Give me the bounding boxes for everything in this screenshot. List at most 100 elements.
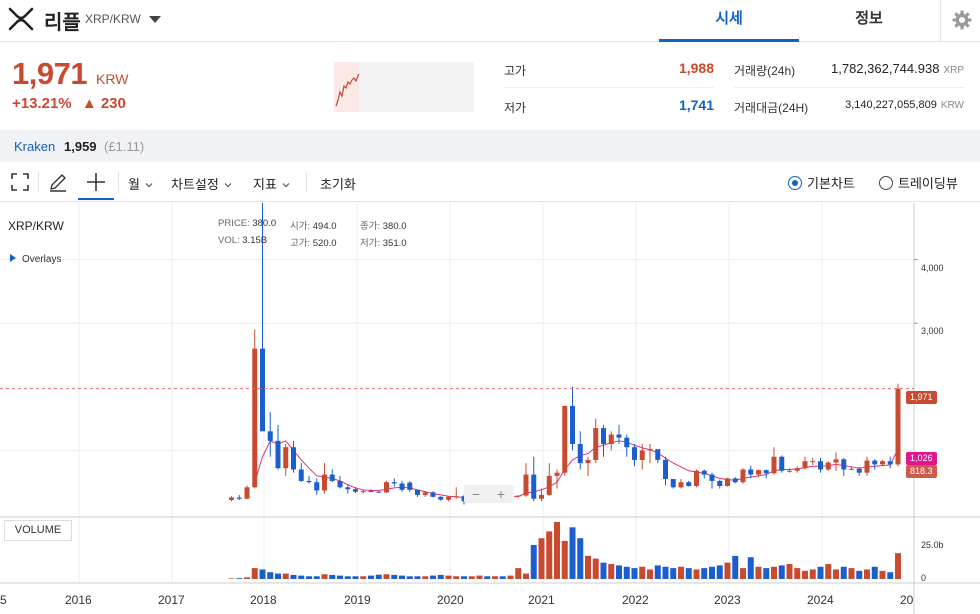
period-dropdown[interactable]: 월 bbox=[128, 174, 153, 193]
settings-button[interactable] bbox=[940, 0, 980, 42]
chart-area[interactable]: XRP/KRW Overlays PRICE: 380.0 VOL: 3.15B… bbox=[0, 203, 980, 614]
toolbar-divider bbox=[306, 172, 307, 192]
chart-toolbar: 월 차트설정 지표 초기화 기본차트 트레이딩뷰 bbox=[0, 162, 980, 202]
basic-chart-label: 기본차트 bbox=[807, 176, 855, 191]
volume-bar bbox=[647, 569, 653, 579]
zoom-out-button[interactable]: − bbox=[464, 485, 488, 503]
volume-bar bbox=[724, 562, 731, 579]
candle-body bbox=[446, 496, 451, 500]
candle-body bbox=[694, 470, 699, 487]
period-label: 월 bbox=[128, 177, 140, 192]
pencil-draw-icon[interactable] bbox=[46, 170, 70, 194]
tab-price[interactable]: 시세 bbox=[659, 0, 799, 42]
candle-body bbox=[701, 470, 707, 475]
volume-pane-button[interactable]: VOLUME bbox=[4, 520, 72, 541]
crosshair-icon[interactable] bbox=[84, 170, 108, 194]
ohlc-value: 380.0 bbox=[252, 218, 277, 229]
volume-bar bbox=[747, 557, 754, 579]
candle-body bbox=[632, 447, 637, 460]
volume-unit: XRP bbox=[943, 65, 964, 76]
ohlc-value: 380.0 bbox=[382, 221, 407, 232]
volume-bar bbox=[468, 576, 475, 579]
candle-body bbox=[585, 459, 591, 464]
candle-body bbox=[267, 431, 273, 441]
volume-value-row: 1,782,362,744.938 XRP bbox=[800, 61, 964, 76]
candle-body bbox=[670, 479, 676, 488]
candle-body bbox=[608, 434, 614, 445]
volume-bar bbox=[623, 566, 630, 579]
candle-body bbox=[244, 487, 250, 499]
volume-bar bbox=[732, 555, 739, 579]
volume-bar bbox=[430, 575, 436, 579]
candle-body bbox=[523, 474, 529, 496]
volume-bar bbox=[228, 578, 235, 579]
y-tick-label: 3,000 bbox=[921, 326, 944, 336]
candlestick-chart[interactable] bbox=[0, 203, 980, 614]
volume-value: 1,782,362,744.938 bbox=[831, 61, 940, 76]
x-tick-label: 2018 bbox=[250, 593, 277, 607]
fullscreen-icon[interactable] bbox=[8, 170, 32, 194]
chart-settings-dropdown[interactable]: 차트설정 bbox=[171, 174, 232, 193]
volume-bar bbox=[716, 565, 723, 579]
indicators-label: 지표 bbox=[253, 177, 277, 192]
ohlc-low: 저가: 351.0 bbox=[360, 235, 407, 249]
candle-body bbox=[252, 348, 258, 488]
candle-body bbox=[825, 462, 831, 470]
volume-bar bbox=[740, 568, 746, 579]
exchange-name[interactable]: Kraken bbox=[14, 139, 55, 154]
ohlc-label: PRICE: bbox=[218, 218, 250, 229]
indicators-dropdown[interactable]: 지표 bbox=[253, 174, 290, 193]
ohlc-volume: VOL: 3.15B bbox=[218, 235, 267, 246]
candle-body bbox=[779, 456, 785, 471]
candle-body bbox=[880, 461, 885, 465]
volume-bar bbox=[569, 527, 576, 579]
candle-body bbox=[601, 428, 606, 445]
volume-bar bbox=[492, 576, 498, 579]
volume-bar bbox=[290, 574, 297, 579]
candle-body bbox=[438, 496, 444, 500]
volume-bar bbox=[856, 570, 863, 579]
volume-bar bbox=[763, 568, 770, 579]
volume-bar bbox=[383, 574, 390, 579]
volume-bar bbox=[461, 576, 467, 579]
volume-bar bbox=[298, 575, 305, 579]
candle-body bbox=[329, 474, 335, 481]
volume-bar bbox=[600, 562, 607, 579]
candle-body bbox=[430, 492, 436, 497]
volume-bar bbox=[693, 569, 700, 579]
volume-bar bbox=[817, 566, 824, 579]
candle-body bbox=[570, 405, 575, 445]
basic-chart-radio[interactable]: 기본차트 bbox=[788, 173, 855, 192]
trading-view-radio[interactable]: 트레이딩뷰 bbox=[879, 173, 958, 192]
chart-settings-label: 차트설정 bbox=[171, 177, 219, 192]
x-tick-label: 2017 bbox=[158, 593, 185, 607]
candle-body bbox=[368, 491, 374, 493]
candle-body bbox=[856, 468, 862, 473]
volume-bar bbox=[585, 555, 591, 579]
toolbar-divider bbox=[118, 172, 119, 192]
xrp-logo-icon bbox=[8, 7, 34, 31]
coin-dropdown-chevron-icon[interactable] bbox=[148, 14, 162, 24]
stat-divider bbox=[504, 87, 714, 88]
volume-bar bbox=[391, 574, 398, 579]
radio-selected-icon bbox=[788, 176, 802, 190]
zoom-in-button[interactable]: + bbox=[489, 485, 513, 503]
candle-body bbox=[864, 460, 870, 473]
volume-tick-label: 0 bbox=[921, 573, 927, 583]
volume-bar bbox=[360, 576, 367, 579]
amount-unit: KRW bbox=[940, 100, 964, 111]
low-value: 1,741 bbox=[678, 97, 714, 113]
ohlc-value: 3.15B bbox=[242, 235, 268, 246]
candle-body bbox=[422, 492, 428, 495]
candle-body bbox=[740, 469, 746, 483]
volume-bar bbox=[538, 538, 545, 579]
volume-bar bbox=[678, 566, 684, 579]
tab-info[interactable]: 정보 bbox=[799, 0, 939, 42]
candle-body bbox=[353, 489, 358, 492]
candle-body bbox=[678, 482, 684, 488]
top-bar: 리플 XRP/KRW 시세 정보 bbox=[0, 0, 980, 42]
candle-body bbox=[577, 444, 583, 464]
reset-button[interactable]: 초기화 bbox=[320, 174, 356, 193]
overlays-toggle[interactable]: Overlays bbox=[10, 254, 61, 265]
volume-bar bbox=[887, 572, 894, 579]
